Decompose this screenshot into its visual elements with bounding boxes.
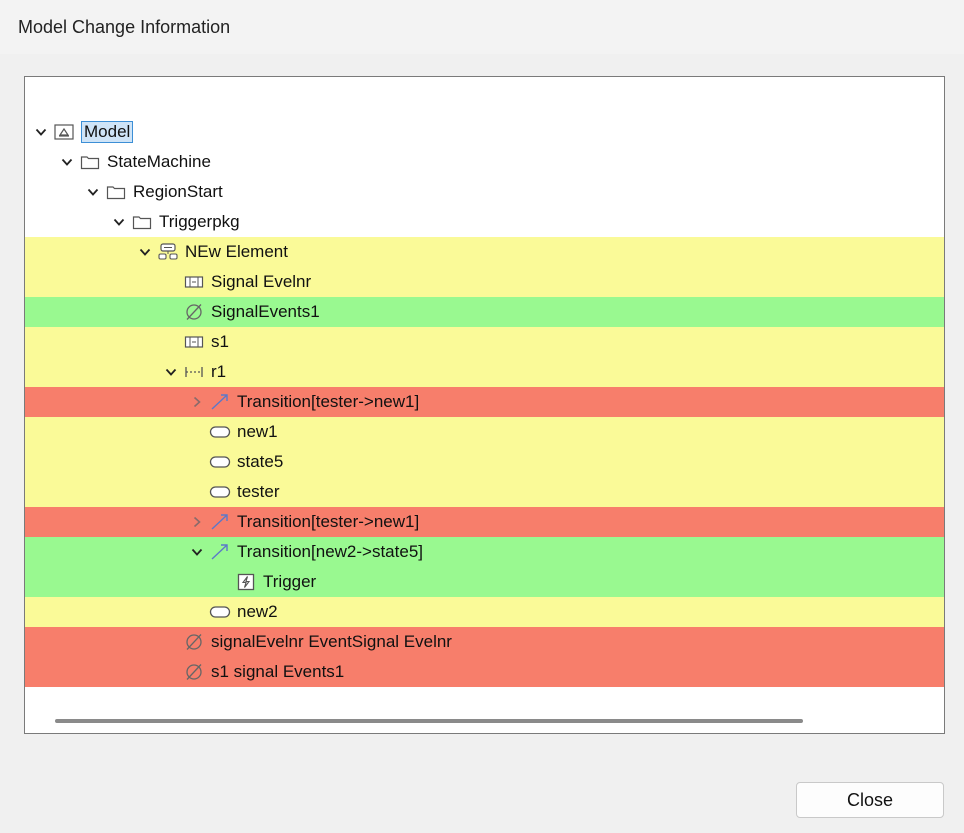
tree-row[interactable]: Model: [25, 117, 944, 147]
tree-row-label: Trigger: [263, 572, 317, 591]
window-title: Model Change Information: [18, 17, 231, 37]
state-machine-icon: [157, 243, 179, 261]
toggle-spacer: [163, 634, 179, 650]
chevron-down-icon[interactable]: [163, 364, 179, 380]
model-icon: [53, 123, 75, 141]
tree-row-label: s1: [211, 332, 229, 351]
tree-row-label: RegionStart: [133, 182, 223, 201]
chevron-down-icon[interactable]: [85, 184, 101, 200]
tree-row[interactable]: state5: [25, 447, 944, 477]
state-icon: [209, 483, 231, 501]
tree-row-label: NEw Element: [185, 242, 288, 261]
tree-row-label: state5: [237, 452, 284, 471]
tree-row-label: Transition[tester->new1]: [237, 392, 420, 411]
tree-row[interactable]: Transition[tester->new1]: [25, 507, 944, 537]
toggle-spacer: [163, 664, 179, 680]
title-bar: Model Change Information: [0, 0, 964, 54]
tree-row[interactable]: Transition[tester->new1]: [25, 387, 944, 417]
tree-row[interactable]: new1: [25, 417, 944, 447]
tree-row-label: signalEvelnr EventSignal Evelnr: [211, 632, 452, 651]
tree-row-label: SignalEvents1: [211, 302, 320, 321]
tree-row-label: Transition[tester->new1]: [237, 512, 420, 531]
chevron-down-icon[interactable]: [111, 214, 127, 230]
folder-icon: [131, 213, 153, 231]
tree-row[interactable]: Triggerpkg: [25, 207, 944, 237]
tree-row[interactable]: tester: [25, 477, 944, 507]
tree-row-label: StateMachine: [107, 152, 211, 171]
chevron-right-icon[interactable]: [189, 394, 205, 410]
signal-event-icon: [183, 633, 205, 651]
toggle-spacer: [163, 304, 179, 320]
tree-row[interactable]: s1 signal Events1: [25, 657, 944, 687]
tree-row[interactable]: r1: [25, 357, 944, 387]
tree-row-label: s1 signal Events1: [211, 662, 345, 681]
chevron-down-icon[interactable]: [59, 154, 75, 170]
close-button[interactable]: Close: [796, 782, 944, 818]
state-icon: [209, 423, 231, 441]
tree-row[interactable]: s1: [25, 327, 944, 357]
transition-icon: [209, 513, 231, 531]
signal-event-icon: [183, 663, 205, 681]
tree-row-label: tester: [237, 482, 280, 501]
tree-row-label: Transition[new2->state5]: [237, 542, 423, 561]
tree-row-label: Signal Evelnr: [211, 272, 312, 291]
chevron-down-icon[interactable]: [33, 124, 49, 140]
region-icon: [183, 363, 205, 381]
folder-icon: [79, 153, 101, 171]
state-icon: [209, 453, 231, 471]
tree-row[interactable]: RegionStart: [25, 177, 944, 207]
toggle-spacer: [189, 454, 205, 470]
chevron-down-icon[interactable]: [189, 544, 205, 560]
folder-icon: [105, 183, 127, 201]
tree-row-label: Triggerpkg: [159, 212, 240, 231]
horizontal-scrollbar[interactable]: [55, 719, 803, 723]
state-icon: [209, 603, 231, 621]
tree-row[interactable]: Trigger: [25, 567, 944, 597]
transition-icon: [209, 393, 231, 411]
tree-row-label: new1: [237, 422, 278, 441]
trigger-icon: [235, 573, 257, 591]
tree-row[interactable]: new2: [25, 597, 944, 627]
signal-event-icon: [183, 303, 205, 321]
model-change-tree[interactable]: Model StateMachine RegionStart Triggerpkg NE…: [24, 76, 945, 734]
transition-icon: [209, 543, 231, 561]
chevron-right-icon[interactable]: [189, 514, 205, 530]
tree-row[interactable]: NEw Element: [25, 237, 944, 267]
tree-row-label: Model: [81, 121, 134, 143]
signal-icon: [183, 333, 205, 351]
toggle-spacer: [215, 574, 231, 590]
tree-row[interactable]: Signal Evelnr: [25, 267, 944, 297]
toggle-spacer: [189, 604, 205, 620]
tree-row[interactable]: SignalEvents1: [25, 297, 944, 327]
chevron-down-icon[interactable]: [137, 244, 153, 260]
tree-row[interactable]: StateMachine: [25, 147, 944, 177]
tree-row[interactable]: Transition[new2->state5]: [25, 537, 944, 567]
toggle-spacer: [163, 274, 179, 290]
tree-row-label: new2: [237, 602, 278, 621]
toggle-spacer: [163, 334, 179, 350]
tree-row-label: r1: [211, 362, 227, 381]
toggle-spacer: [189, 424, 205, 440]
toggle-spacer: [189, 484, 205, 500]
tree-row[interactable]: signalEvelnr EventSignal Evelnr: [25, 627, 944, 657]
signal-icon: [183, 273, 205, 291]
